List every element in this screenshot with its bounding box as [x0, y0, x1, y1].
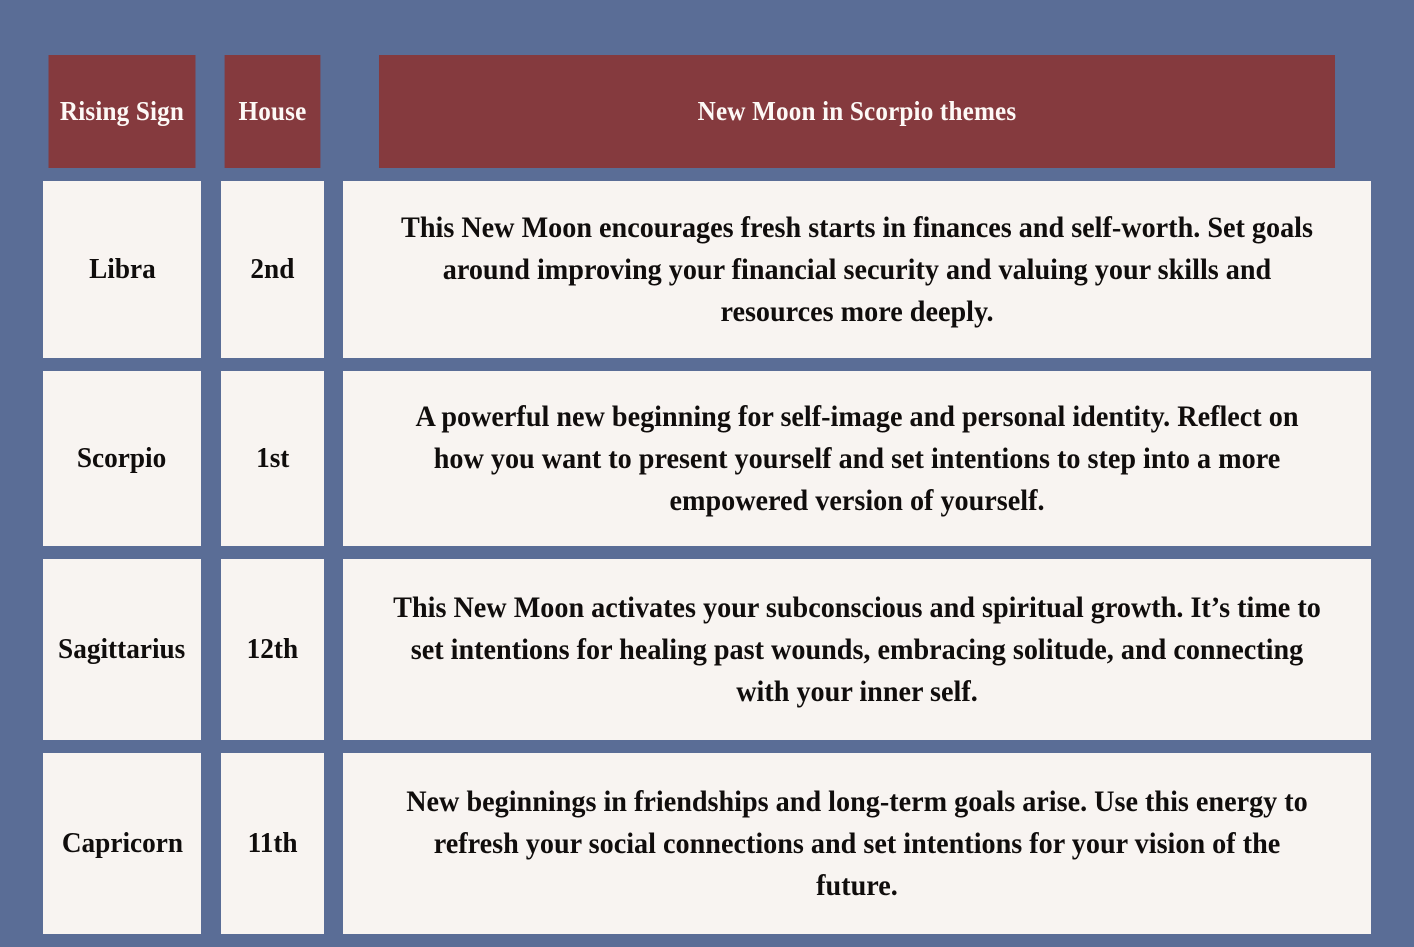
column-header-house-label: House	[238, 96, 307, 126]
column-header-themes: New Moon in Scorpio themes	[378, 55, 1336, 168]
astrology-rising-sign-table: Rising Sign House New Moon in Scorpio th…	[43, 55, 1371, 947]
table-row: Capricorn 11th New beginnings in friends…	[43, 753, 1371, 934]
column-header-themes-label: New Moon in Scorpio themes	[697, 96, 1017, 126]
themes-value: A powerful new beginning for self-image …	[415, 400, 1299, 517]
cell-rising-sign: Libra	[43, 181, 201, 358]
themes-value: New beginnings in friendships and long-t…	[406, 785, 1308, 902]
table-row: Sagittarius 12th This New Moon activates…	[43, 559, 1371, 740]
rising-sign-value: Libra	[88, 253, 156, 285]
cell-rising-sign: Scorpio	[43, 371, 201, 546]
cell-house: 1st	[221, 371, 324, 546]
cell-house: 2nd	[221, 181, 324, 358]
cell-themes: This New Moon activates your subconsciou…	[343, 559, 1371, 740]
table-row: Libra 2nd This New Moon encourages fresh…	[43, 181, 1371, 358]
rising-sign-value: Scorpio	[77, 442, 167, 474]
house-value: 2nd	[250, 253, 295, 285]
table-row: Scorpio 1st A powerful new beginning for…	[43, 371, 1371, 546]
house-value: 11th	[247, 827, 298, 859]
house-value: 1st	[255, 442, 290, 474]
cell-rising-sign: Capricorn	[43, 753, 201, 934]
cell-themes: A powerful new beginning for self-image …	[343, 371, 1371, 546]
column-header-rising-sign: Rising Sign	[48, 55, 196, 168]
house-value: 12th	[246, 633, 299, 665]
column-header-house: House	[224, 55, 321, 168]
cell-house: 11th	[221, 753, 324, 934]
rising-sign-value: Sagittarius	[58, 633, 186, 665]
cell-themes: New beginnings in friendships and long-t…	[343, 753, 1371, 934]
cell-rising-sign: Sagittarius	[43, 559, 201, 740]
rising-sign-value: Capricorn	[61, 827, 183, 859]
table-header-row: Rising Sign House New Moon in Scorpio th…	[43, 55, 1371, 168]
cell-house: 12th	[221, 559, 324, 740]
themes-value: This New Moon encourages fresh starts in…	[401, 211, 1313, 328]
column-header-rising-sign-label: Rising Sign	[59, 96, 185, 126]
cell-themes: This New Moon encourages fresh starts in…	[343, 181, 1371, 358]
themes-value: This New Moon activates your subconsciou…	[393, 591, 1321, 708]
